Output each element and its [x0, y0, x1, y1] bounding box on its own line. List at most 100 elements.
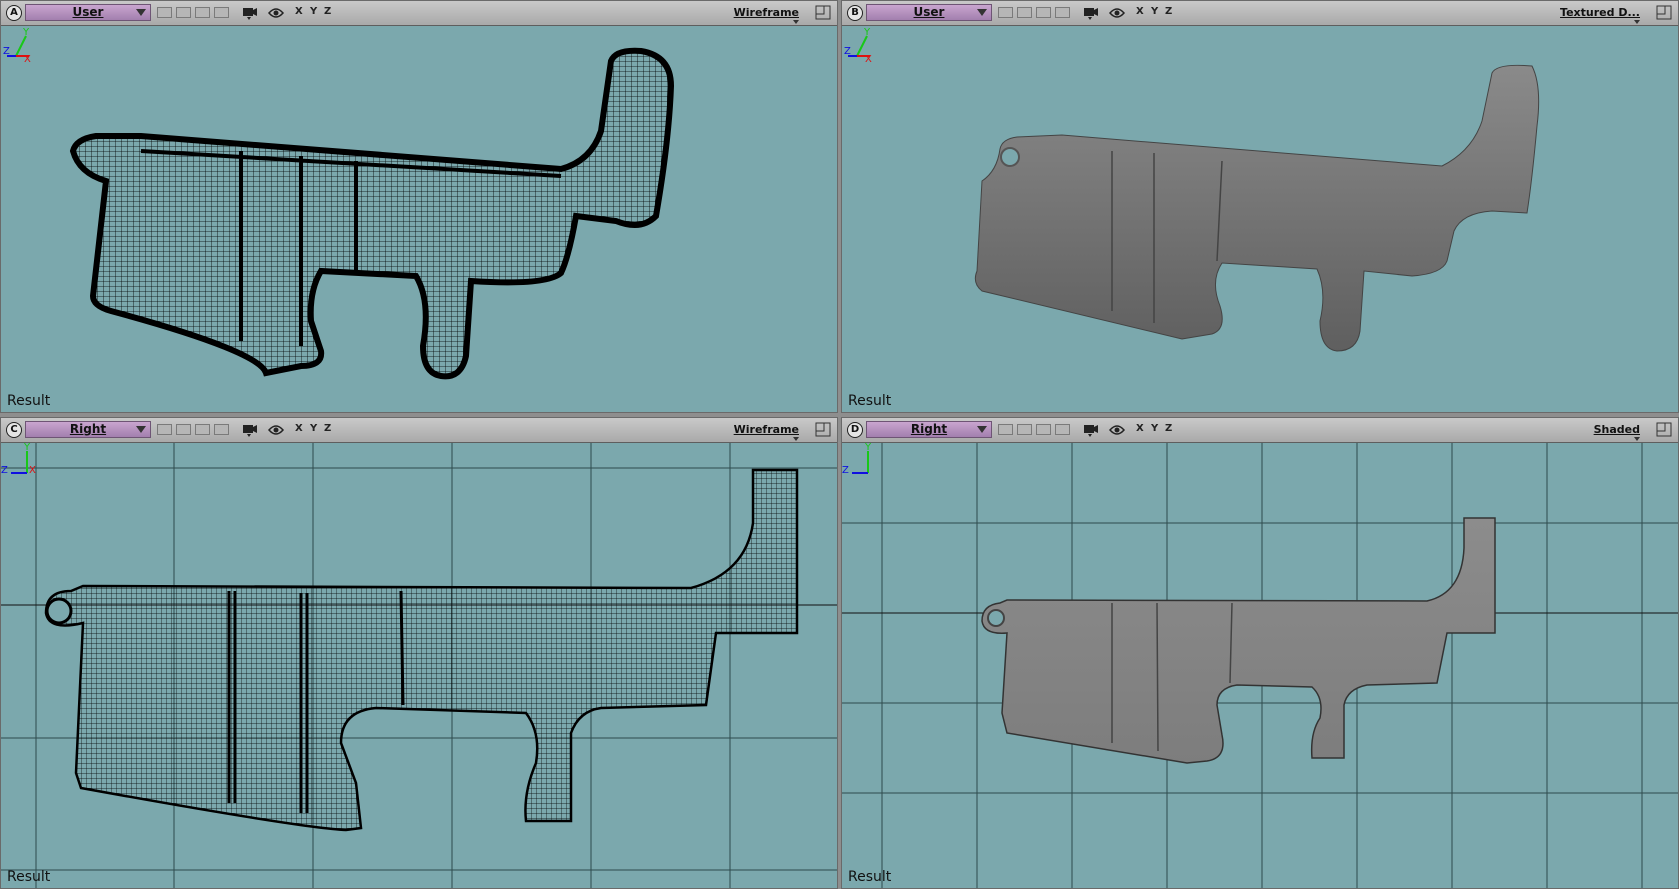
- eye-icon[interactable]: [1109, 7, 1125, 19]
- shading-label: Wireframe: [733, 423, 799, 436]
- layout-slot-button[interactable]: [1055, 7, 1070, 18]
- viewport-toolbar: C Right X Y Z Wireframe: [1, 418, 837, 443]
- chevron-down-icon: [793, 20, 799, 24]
- layout-slot-button[interactable]: [176, 7, 191, 18]
- layout-slot-button[interactable]: [195, 424, 210, 435]
- chevron-down-icon: [1634, 20, 1640, 24]
- viewport-c[interactable]: C Right X Y Z Wireframe Y Z X Result: [0, 417, 838, 889]
- layout-slot-button[interactable]: [176, 424, 191, 435]
- gizmo-y-label: Y: [22, 27, 30, 38]
- gizmo-y-label: Y: [863, 27, 871, 38]
- result-label: Result: [848, 393, 892, 409]
- camera-label: User: [913, 5, 945, 19]
- viewport-canvas[interactable]: Y Z X Result: [842, 26, 1678, 412]
- layout-slot-button[interactable]: [1017, 7, 1032, 18]
- viewport-letter[interactable]: B: [847, 5, 863, 21]
- layout-slot-button[interactable]: [998, 424, 1013, 435]
- axis-y-button[interactable]: Y: [1151, 423, 1158, 434]
- gizmo-y-label: Y: [23, 443, 31, 453]
- camera-dropdown[interactable]: Right: [25, 421, 151, 438]
- axis-gizmo-icon: Y Z: [842, 443, 872, 476]
- maximize-icon[interactable]: [815, 422, 831, 437]
- camera-dropdown[interactable]: User: [25, 4, 151, 21]
- result-label: Result: [7, 393, 51, 409]
- result-label: Result: [848, 869, 892, 885]
- axis-z-button[interactable]: Z: [1165, 6, 1172, 17]
- viewport-letter[interactable]: C: [6, 422, 22, 438]
- viewport-toolbar: D Right X Y Z Shaded: [842, 418, 1678, 443]
- maximize-icon[interactable]: [815, 5, 831, 20]
- maximize-icon[interactable]: [1656, 422, 1672, 437]
- camera-label: Right: [69, 422, 107, 436]
- layout-slot-button[interactable]: [157, 424, 172, 435]
- eye-icon[interactable]: [1109, 424, 1125, 436]
- shading-label: Shaded: [1593, 423, 1640, 436]
- camera-icon[interactable]: [242, 6, 258, 20]
- layout-slot-button[interactable]: [1036, 424, 1051, 435]
- layout-slot-button[interactable]: [157, 7, 172, 18]
- axis-z-button[interactable]: Z: [324, 6, 331, 17]
- viewport-b[interactable]: B User X Y Z Textured D... Y Z X Result: [841, 0, 1679, 413]
- chevron-down-icon: [1634, 437, 1640, 441]
- viewport-a[interactable]: A User X Y Z Wireframe Y Z X Result: [0, 0, 838, 413]
- viewport-letter[interactable]: D: [847, 422, 863, 438]
- axis-x-button[interactable]: X: [295, 423, 303, 434]
- viewport-canvas[interactable]: Y Z X Result: [1, 443, 837, 888]
- axis-y-button[interactable]: Y: [310, 6, 317, 17]
- camera-dropdown[interactable]: Right: [866, 421, 992, 438]
- axis-gizmo-icon: Y Z X: [3, 27, 31, 65]
- viewport-d[interactable]: D Right X Y Z Shaded Y Z Result: [841, 417, 1679, 889]
- layout-slot-button[interactable]: [195, 7, 210, 18]
- result-label: Result: [7, 869, 51, 885]
- gizmo-x-label: X: [29, 465, 36, 476]
- viewport-toolbar: B User X Y Z Textured D...: [842, 1, 1678, 26]
- layout-slot-button[interactable]: [1017, 424, 1032, 435]
- eye-icon[interactable]: [268, 7, 284, 19]
- viewport-letter[interactable]: A: [6, 5, 22, 21]
- viewport-canvas[interactable]: Y Z X Result: [1, 26, 837, 412]
- camera-icon[interactable]: [242, 423, 258, 437]
- axis-z-button[interactable]: Z: [324, 423, 331, 434]
- shading-mode-dropdown[interactable]: Wireframe: [733, 423, 799, 441]
- gizmo-x-label: X: [24, 54, 31, 65]
- layout-slot-button[interactable]: [1055, 424, 1070, 435]
- gizmo-y-label: Y: [864, 443, 872, 453]
- axis-x-button[interactable]: X: [1136, 6, 1144, 17]
- chevron-down-icon: [136, 426, 146, 433]
- shading-label: Wireframe: [733, 6, 799, 19]
- chevron-down-icon: [977, 9, 987, 16]
- chevron-down-icon: [977, 426, 987, 433]
- gizmo-x-label: X: [865, 54, 872, 65]
- viewport-toolbar: A User X Y Z Wireframe: [1, 1, 837, 26]
- camera-icon[interactable]: [1083, 6, 1099, 20]
- camera-label: Right: [910, 422, 948, 436]
- layout-slot-button[interactable]: [214, 7, 229, 18]
- camera-icon[interactable]: [1083, 423, 1099, 437]
- layout-slot-button[interactable]: [214, 424, 229, 435]
- camera-dropdown[interactable]: User: [866, 4, 992, 21]
- axis-z-button[interactable]: Z: [1165, 423, 1172, 434]
- shaded-mesh-orthographic: [842, 443, 1678, 888]
- chevron-down-icon: [136, 9, 146, 16]
- camera-label: User: [72, 5, 104, 19]
- gizmo-z-label: Z: [844, 46, 851, 57]
- viewport-canvas[interactable]: Y Z Result: [842, 443, 1678, 888]
- wireframe-mesh-perspective: [69, 47, 675, 380]
- shading-mode-dropdown[interactable]: Textured D...: [1560, 6, 1640, 24]
- layout-slot-button[interactable]: [1036, 7, 1051, 18]
- axis-gizmo-icon: Y Z X: [844, 27, 872, 65]
- axis-y-button[interactable]: Y: [310, 423, 317, 434]
- chevron-down-icon: [793, 437, 799, 441]
- shading-mode-dropdown[interactable]: Shaded: [1593, 423, 1640, 441]
- gizmo-z-label: Z: [842, 465, 849, 476]
- eye-icon[interactable]: [268, 424, 284, 436]
- shading-mode-dropdown[interactable]: Wireframe: [733, 6, 799, 24]
- layout-slot-button[interactable]: [998, 7, 1013, 18]
- maximize-icon[interactable]: [1656, 5, 1672, 20]
- gizmo-z-label: Z: [1, 465, 8, 476]
- gizmo-z-label: Z: [3, 46, 10, 57]
- axis-x-button[interactable]: X: [1136, 423, 1144, 434]
- axis-y-button[interactable]: Y: [1151, 6, 1158, 17]
- wireframe-mesh-orthographic: [1, 443, 837, 888]
- axis-x-button[interactable]: X: [295, 6, 303, 17]
